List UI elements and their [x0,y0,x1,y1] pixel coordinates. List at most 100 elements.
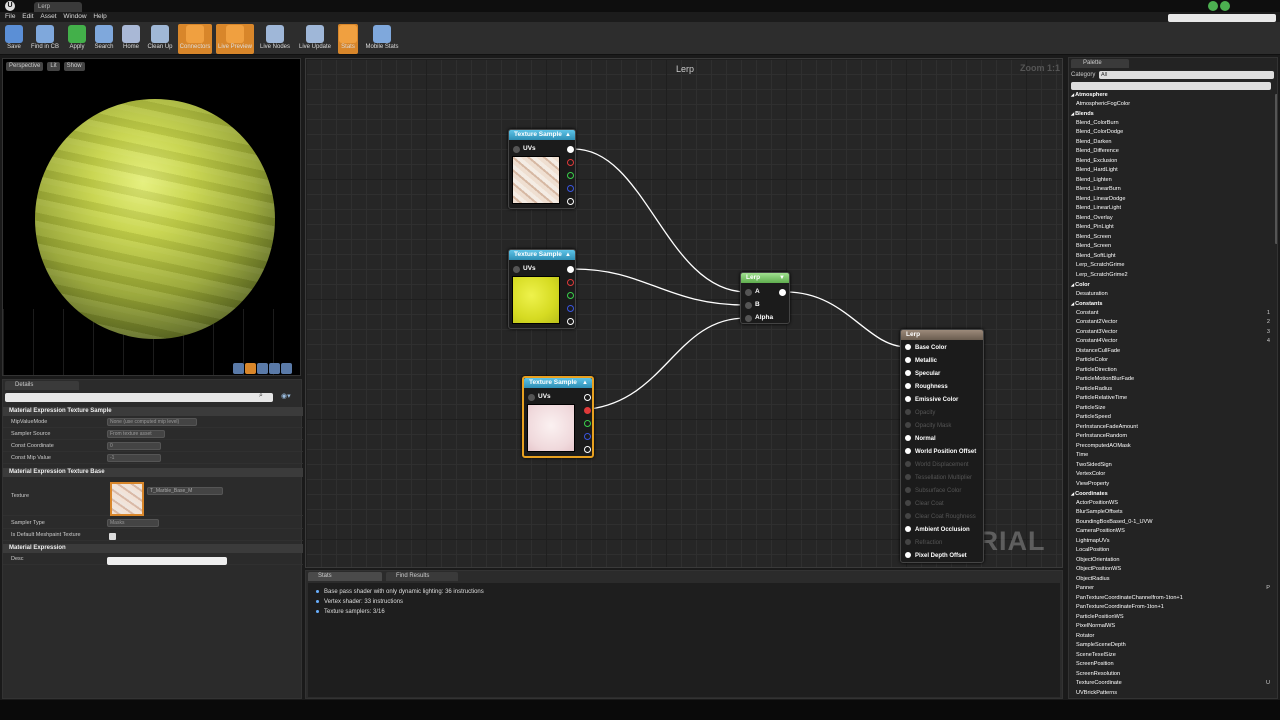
material-input-row[interactable]: Subsurface Color [905,486,961,496]
section-texture-sample[interactable]: Material Expression Texture Sample [3,407,303,416]
view-options-icon[interactable]: ◉▾ [281,392,291,400]
texture-sample-node-3[interactable]: Texture Sample ▲ UVs [522,376,594,458]
menu-help[interactable]: Help [93,12,106,22]
notification-icon[interactable] [1208,1,1218,11]
input-pin[interactable] [905,539,911,546]
material-input-row[interactable]: Roughness [905,382,948,392]
alpha-input-pin[interactable] [745,315,752,322]
palette-item[interactable]: ScreenResolution [1069,670,1273,680]
palette-item[interactable]: ParticleMotionBlurFade [1069,375,1273,385]
toolbar-apply-button[interactable]: Apply [66,24,88,54]
material-output-node[interactable]: Lerp Base Color Metallic Specular Roughness… [900,329,984,563]
material-input-row[interactable]: Clear Coat [905,499,944,509]
section-texture-base[interactable]: Material Expression Texture Base [3,468,303,477]
a-input-pin[interactable] [745,289,752,296]
collapse-icon[interactable]: ▲ [582,380,588,386]
cylinder-icon[interactable] [233,363,244,374]
palette-item[interactable]: Blend_PinLight [1069,223,1273,233]
palette-item[interactable]: PrecomputedAOMask [1069,442,1273,452]
lerp-output-pin[interactable] [779,289,786,296]
source-control-icon[interactable] [1220,1,1230,11]
material-input-row[interactable]: Opacity [905,408,935,418]
sampler-type-dropdown[interactable]: Masks [107,519,159,527]
palette-category[interactable]: ◢Coordinates [1069,489,1273,499]
palette-item[interactable]: DistanceCullFade [1069,347,1273,357]
input-pin[interactable] [905,487,911,494]
palette-item[interactable]: Blend_ColorBurn [1069,119,1273,129]
input-pin[interactable] [905,357,911,364]
palette-item[interactable]: Blend_Lighten [1069,176,1273,186]
palette-item[interactable]: Constant4Vector 4 [1069,337,1273,347]
a-output-pin[interactable] [584,446,591,453]
g-output-pin[interactable] [567,292,574,299]
palette-item[interactable]: SceneTexelSize [1069,651,1273,661]
palette-item[interactable]: Blend_Screen [1069,242,1273,252]
collapse-icon[interactable]: ▲ [565,132,571,138]
input-pin[interactable] [905,513,911,520]
menu-file[interactable]: File [5,12,15,22]
toolbar-live-nodes-button[interactable]: Live Nodes [258,24,292,54]
input-pin[interactable] [905,448,911,455]
palette-item[interactable]: Blend_LinearDodge [1069,195,1273,205]
b-output-pin[interactable] [567,305,574,312]
palette-item[interactable]: ParticleDirection [1069,366,1273,376]
expand-icon[interactable]: ◢ [1071,491,1074,496]
palette-item[interactable]: TwoSidedSign [1069,461,1273,471]
material-input-row[interactable]: Base Color [905,343,947,353]
rgb-output-pin[interactable] [567,266,574,273]
palette-category[interactable]: ◢Constants [1069,299,1273,309]
palette-item[interactable]: ParticleRelativeTime [1069,394,1273,404]
palette-category[interactable]: ◢Color [1069,280,1273,290]
palette-item[interactable]: Blend_Difference [1069,147,1273,157]
g-output-pin[interactable] [567,172,574,179]
palette-item[interactable]: Constant3Vector 3 [1069,328,1273,338]
palette-item[interactable]: ParticlePositionWS [1069,613,1273,623]
input-pin[interactable] [905,474,911,481]
toolbar-search-button[interactable]: Search [92,24,116,54]
expand-icon[interactable]: ◢ [1071,301,1074,306]
input-pin[interactable] [905,370,911,377]
palette-item[interactable]: BoundingBoxBased_0-1_UVW [1069,518,1273,528]
tab-find-results[interactable]: Find Results [386,572,458,581]
material-input-row[interactable]: World Displacement [905,460,969,470]
menu-asset[interactable]: Asset [40,12,56,22]
palette-item[interactable]: ParticleSize [1069,404,1273,414]
teapot-icon[interactable] [281,363,292,374]
a-output-pin[interactable] [567,198,574,205]
palette-scrollbar[interactable] [1275,94,1277,244]
lit-button[interactable]: Lit [47,62,60,71]
ue-logo-icon[interactable]: U [5,1,15,11]
texture-thumbnail[interactable] [110,482,144,516]
toolbar-home-button[interactable]: Home [120,24,142,54]
palette-item[interactable]: LightmapUVs [1069,537,1273,547]
details-search-input[interactable] [5,393,273,402]
palette-item[interactable]: PanTextureCoordinateChannelfrom-1ton+1 [1069,594,1273,604]
rgb-output-pin[interactable] [567,146,574,153]
material-input-row[interactable]: Ambient Occlusion [905,525,970,535]
uvs-input-pin[interactable] [513,146,520,153]
palette-item[interactable]: ParticleColor [1069,356,1273,366]
r-output-pin[interactable] [567,159,574,166]
material-input-row[interactable]: Normal [905,434,936,444]
mip-mode-dropdown[interactable]: None (use computed mip level) [107,418,197,426]
material-input-row[interactable]: Metallic [905,356,937,366]
expand-icon[interactable]: ◢ [1071,92,1074,97]
palette-search-input[interactable] [1071,82,1271,90]
texture-sample-node-2[interactable]: Texture Sample ▲ UVs [508,249,576,329]
uvs-input-pin[interactable] [513,266,520,273]
global-search-input[interactable] [1168,14,1276,22]
preview-viewport[interactable]: Perspective Lit Show [2,58,301,376]
input-pin[interactable] [905,409,911,416]
details-tab[interactable]: Details [5,381,79,390]
const-mip-field[interactable]: -1 [107,454,161,462]
palette-item[interactable]: Blend_LinearBurn [1069,185,1273,195]
material-input-row[interactable]: Tessellation Multiplier [905,473,972,483]
input-pin[interactable] [905,461,911,468]
b-input-pin[interactable] [745,302,752,309]
toolbar-live-preview-button[interactable]: Live Preview [216,24,254,54]
document-tab[interactable]: Lerp [34,2,82,12]
palette-item[interactable]: ParticleSpeed [1069,413,1273,423]
palette-item[interactable]: Time [1069,451,1273,461]
cube-icon[interactable] [269,363,280,374]
input-pin[interactable] [905,344,911,351]
